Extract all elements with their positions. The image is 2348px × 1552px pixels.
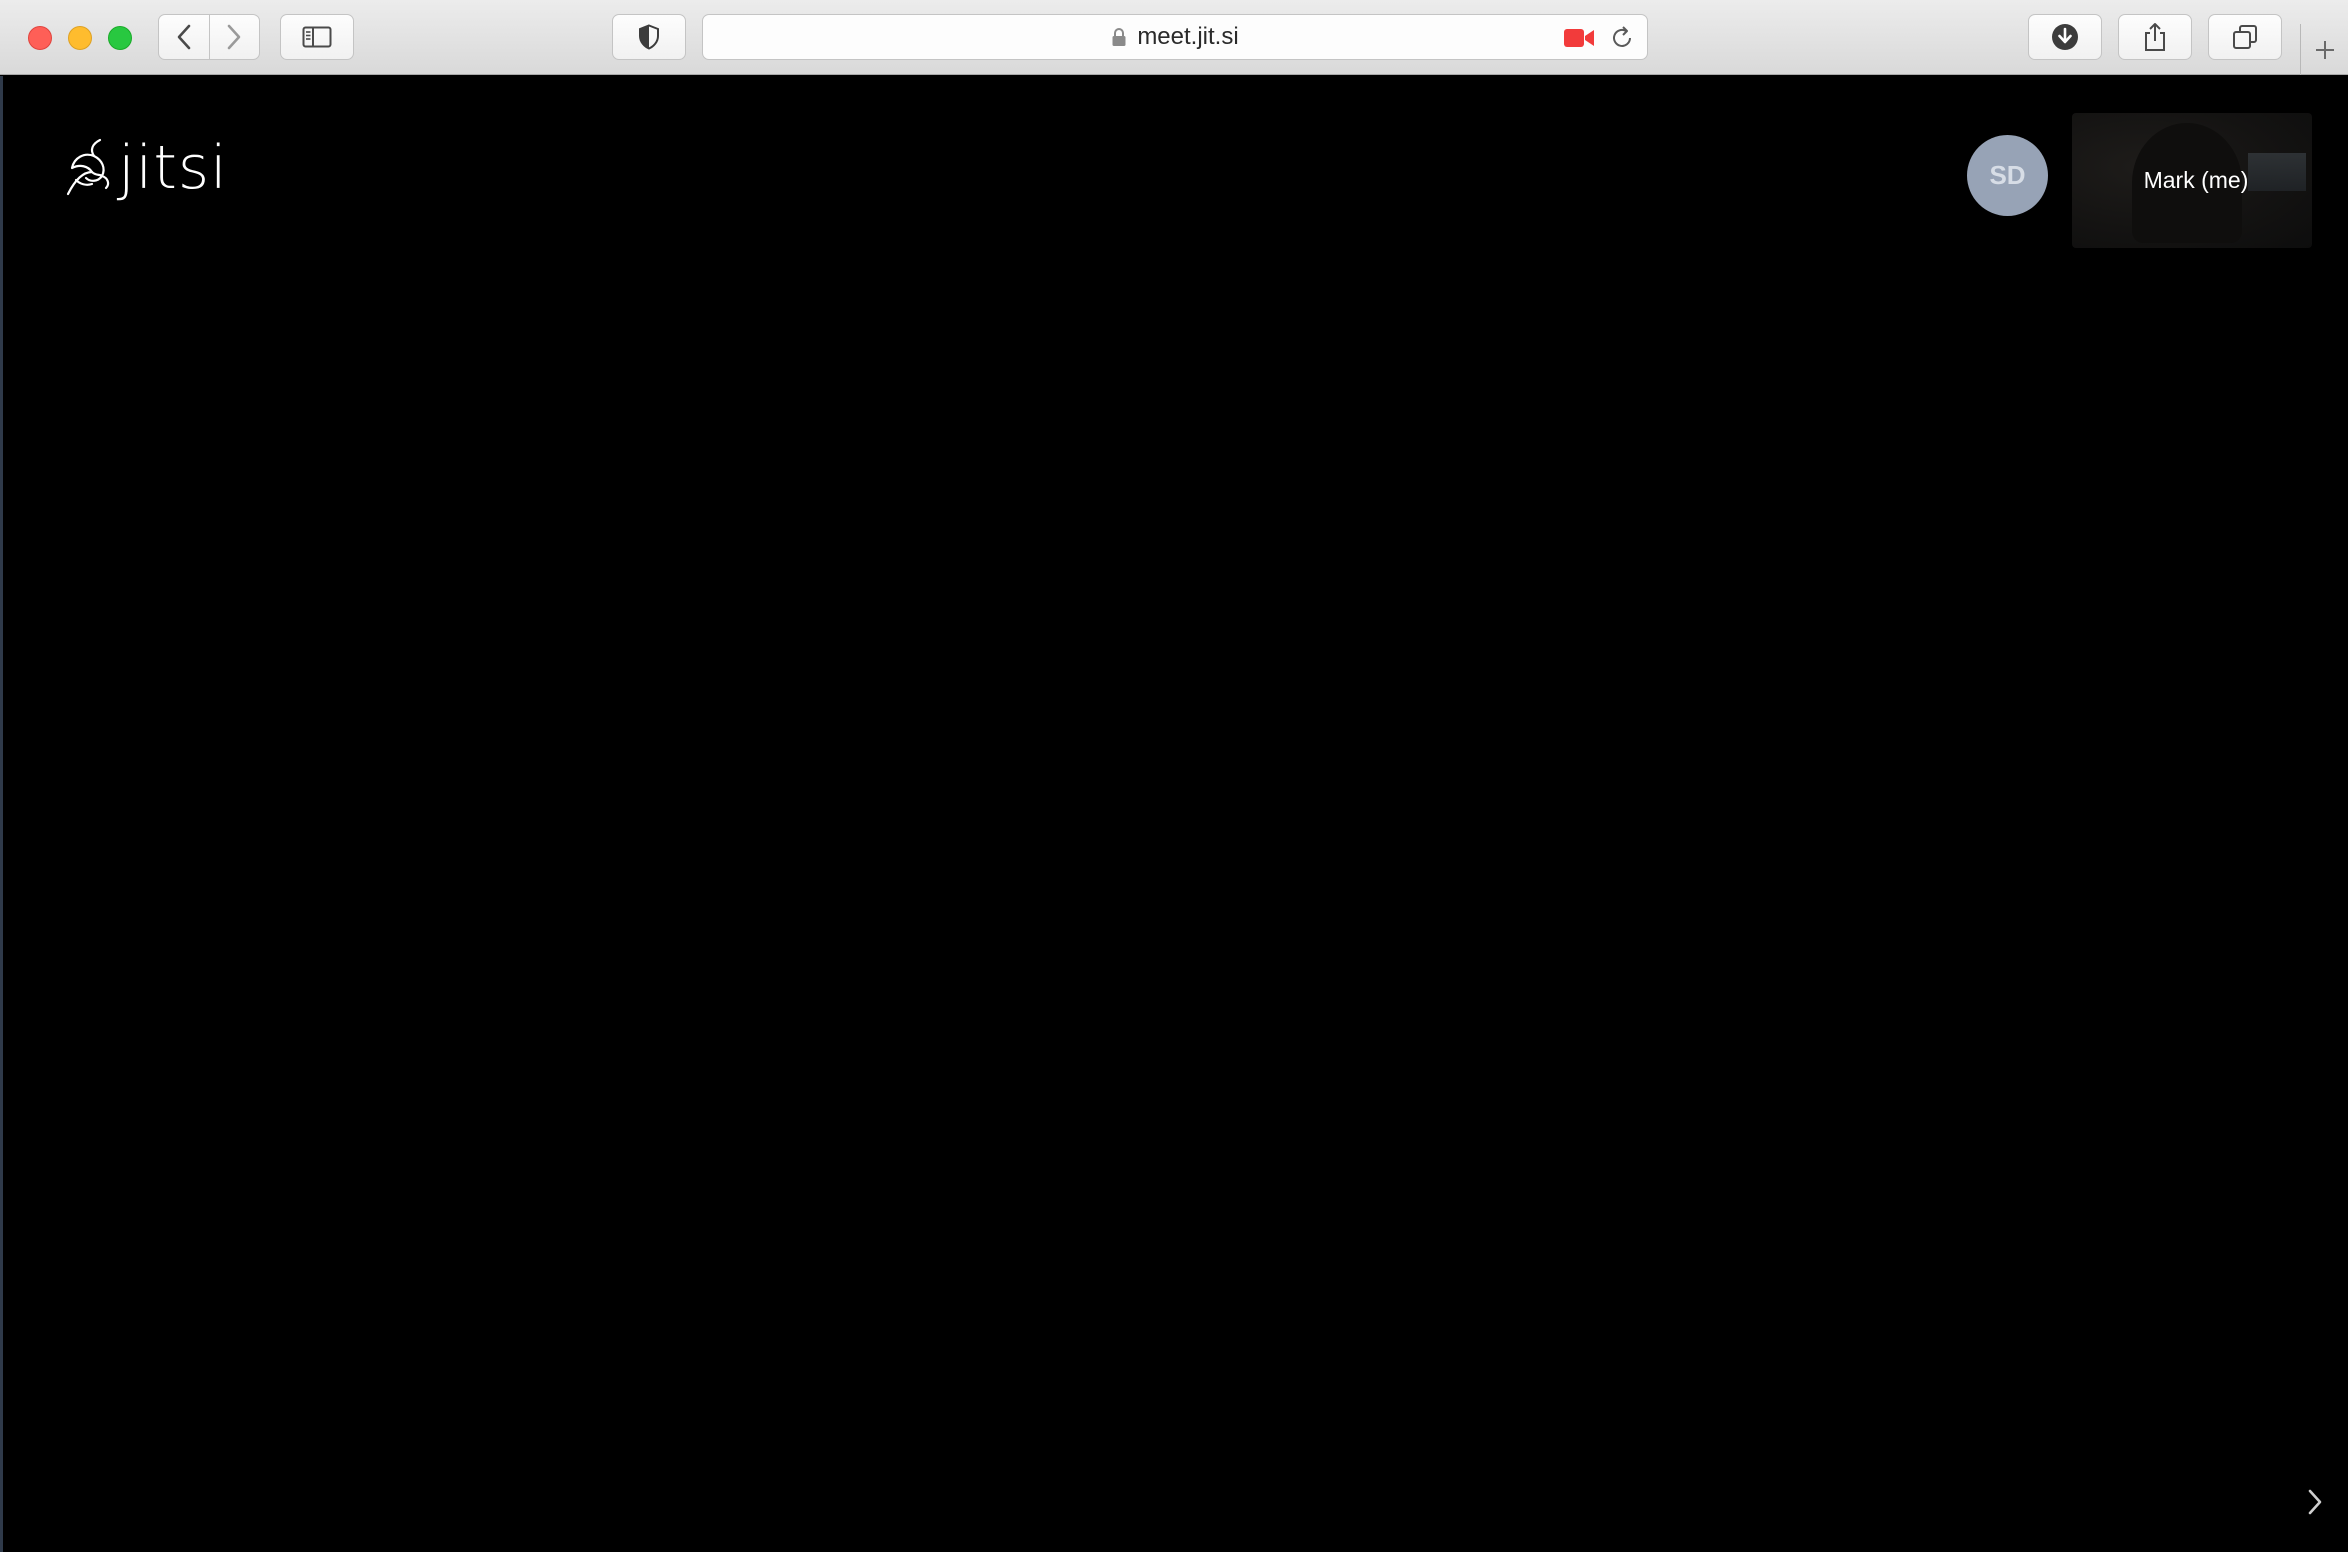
self-view-tile[interactable]: Mark (me) — [2072, 113, 2312, 248]
window-edge — [0, 76, 3, 1552]
chevron-right-icon — [227, 24, 241, 50]
address-bar[interactable]: meet.jit.si — [702, 14, 1648, 60]
maximize-window-button[interactable] — [108, 26, 132, 50]
plus-icon — [2316, 40, 2334, 59]
url-text: meet.jit.si — [1137, 23, 1239, 50]
jitsi-logo[interactable]: jitsi — [62, 136, 228, 200]
jitsi-bird-icon — [66, 138, 110, 196]
new-tab-button[interactable] — [2300, 24, 2348, 75]
participant-avatar[interactable]: SD — [1967, 135, 2048, 216]
lock-icon — [1112, 28, 1126, 46]
close-window-button[interactable] — [28, 26, 52, 50]
chevron-left-icon — [177, 24, 191, 50]
video-camera-icon[interactable] — [1563, 28, 1595, 48]
navigation-buttons — [158, 14, 260, 60]
meeting-stage — [0, 76, 2348, 1552]
downloads-button[interactable] — [2028, 14, 2102, 60]
expand-toolbar-button[interactable] — [2306, 1488, 2324, 1521]
minimize-window-button[interactable] — [68, 26, 92, 50]
tabs-overview-icon — [2233, 25, 2257, 49]
shield-icon — [639, 24, 659, 50]
back-button[interactable] — [159, 15, 209, 59]
browser-toolbar: meet.jit.si — [0, 0, 2348, 75]
sidebar-button[interactable] — [280, 14, 354, 60]
download-icon — [2052, 24, 2078, 50]
privacy-report-button[interactable] — [612, 14, 686, 60]
chevron-right-icon — [2308, 1489, 2322, 1515]
participant-initials: SD — [1989, 160, 2026, 190]
tab-overview-button[interactable] — [2208, 14, 2282, 60]
logo-text: jitsi — [118, 133, 228, 203]
self-view-name: Mark (me) — [2143, 167, 2249, 193]
sidebar-icon — [302, 26, 332, 48]
reload-icon[interactable] — [1609, 25, 1635, 51]
share-button[interactable] — [2118, 14, 2192, 60]
forward-button[interactable] — [208, 15, 260, 59]
share-icon — [2145, 23, 2165, 51]
